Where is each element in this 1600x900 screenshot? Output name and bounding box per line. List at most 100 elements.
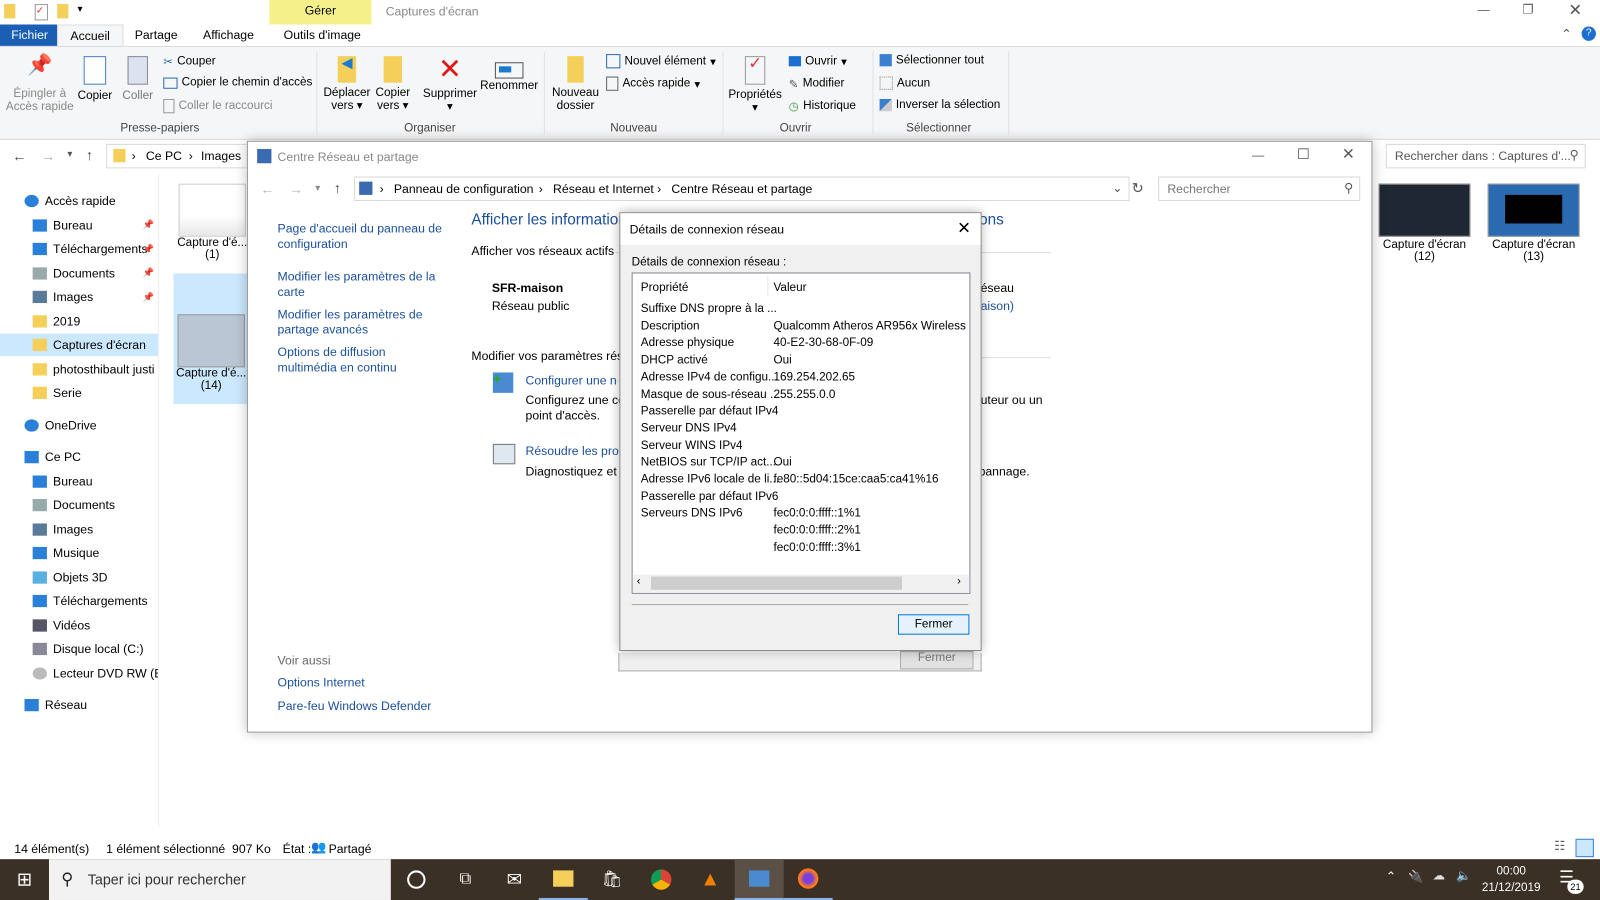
sidebar-item[interactable]: Bureau	[0, 470, 158, 492]
vlc-app[interactable]: ▲	[686, 859, 735, 900]
file-explorer-app[interactable]	[538, 859, 588, 900]
chrome-app[interactable]	[637, 859, 686, 900]
sidebar-item[interactable]: Téléchargements 📌	[0, 238, 158, 260]
column-header-value[interactable]: Valeur	[773, 282, 806, 294]
task-view-button[interactable]: ⧉	[441, 859, 490, 900]
link-advanced-sharing[interactable]: Modifier les paramètres de partage avanc…	[278, 307, 446, 338]
new-item-button[interactable]: Nouvel élément ▾	[606, 54, 716, 69]
sidebar-scrollbar[interactable]	[158, 173, 160, 827]
details-view-button[interactable]: ☷	[1554, 839, 1565, 853]
tab-outils-image[interactable]: Outils d'image	[271, 24, 373, 46]
pin-quick-access-button[interactable]: 📌 Épingler à Accès rapide	[4, 55, 75, 114]
property-cell[interactable]: Serveurs DNS IPv6	[641, 508, 743, 520]
value-cell[interactable]: Qualcomm Atheros AR956x Wireless Network…	[773, 320, 969, 332]
properties-button[interactable]: ✓ Propriétés ▾	[727, 56, 784, 115]
value-cell[interactable]: fe80::5d04:15ce:caa5:ca41%16	[773, 473, 938, 485]
collapse-ribbon-icon[interactable]: ⌃	[1561, 27, 1571, 41]
sidebar-item[interactable]: Téléchargements	[0, 590, 158, 612]
link-media-streaming[interactable]: Options de diffusion multimédia en conti…	[278, 345, 446, 376]
scroll-left-arrow[interactable]: ‹	[637, 576, 641, 588]
sidebar-item[interactable]: Disque local (C:)	[0, 638, 158, 660]
sidebar-item[interactable]: Vidéos	[0, 614, 158, 636]
link-adapter-settings[interactable]: Modifier les paramètres de la carte	[278, 269, 446, 300]
property-cell[interactable]: Serveur DNS IPv4	[641, 422, 737, 434]
folder-icon[interactable]	[4, 4, 16, 19]
forward-button[interactable]: →	[41, 148, 55, 164]
property-cell[interactable]: Suffixe DNS propre à la ...	[641, 303, 777, 315]
back-button[interactable]: ←	[12, 148, 26, 164]
easy-access-button[interactable]: Accès rapide ▾	[606, 76, 700, 91]
sidebar-item[interactable]: Serie	[0, 382, 158, 404]
nc-recent-dropdown[interactable]: ▾	[315, 183, 320, 194]
pin-icon[interactable]: 📌	[143, 267, 154, 278]
history-button[interactable]: ◷ Historique	[789, 99, 856, 113]
link-internet-options[interactable]: Options Internet	[278, 676, 365, 690]
sidebar-item[interactable]: Documents	[0, 494, 158, 516]
property-cell[interactable]: Masque de sous-réseau ...	[641, 388, 780, 400]
nc-close-button[interactable]: ✕	[1342, 145, 1355, 163]
value-cell[interactable]: 255.255.0.0	[773, 388, 835, 400]
property-cell[interactable]: Adresse physique	[641, 337, 734, 349]
sidebar-item[interactable]: Bureau 📌	[0, 214, 158, 236]
nc-forward-button[interactable]: →	[289, 181, 303, 197]
close-button[interactable]: ✕	[1568, 0, 1582, 20]
rename-button[interactable]: Renommer	[480, 56, 539, 93]
file-item[interactable]: Capture d'é... (1)	[176, 180, 249, 272]
breadcrumb-centre-reseau[interactable]: Centre Réseau et partage	[671, 182, 812, 196]
horizontal-scrollbar[interactable]: ‹ ›	[632, 574, 970, 592]
dialog-close-action-button[interactable]: Fermer	[897, 614, 970, 635]
select-all-button[interactable]: Sélectionner tout	[879, 54, 984, 67]
onedrive-icon[interactable]: ☁	[1433, 868, 1445, 882]
refresh-button[interactable]: ↻	[1132, 180, 1144, 197]
tab-accueil[interactable]: Accueil	[57, 24, 124, 48]
tab-affichage[interactable]: Affichage	[191, 24, 266, 46]
property-cell[interactable]: Adresse IPv4 de configu...	[641, 371, 778, 383]
value-cell[interactable]: fec0:0:0:ffff::3%1	[773, 542, 860, 554]
invert-selection-button[interactable]: Inverser la sélection	[879, 98, 1000, 112]
tab-fichier[interactable]: Fichier	[0, 24, 60, 47]
properties-icon[interactable]: ✓	[34, 4, 48, 21]
sidebar-item[interactable]: Accès rapide	[0, 190, 158, 212]
scrollbar-thumb[interactable]	[651, 576, 903, 590]
file-item[interactable]: Capture d'écran (12)	[1375, 180, 1473, 272]
connection-link-partial[interactable]: aison)	[981, 299, 1014, 313]
breadcrumb-panneau[interactable]: Panneau de configuration	[394, 182, 534, 196]
value-cell[interactable]: fec0:0:0:ffff::2%1	[773, 525, 860, 537]
address-bar[interactable]: › Ce PC › Images	[106, 143, 262, 169]
minimize-button[interactable]: —	[1478, 2, 1490, 16]
store-app[interactable]: 🛍	[588, 859, 637, 900]
tab-partage[interactable]: Partage	[122, 24, 189, 46]
value-cell[interactable]: Oui	[773, 354, 791, 366]
scroll-right-arrow[interactable]: ›	[957, 576, 961, 588]
copy-button[interactable]: Copier	[76, 56, 115, 103]
explorer-search-input[interactable]: Rechercher dans : Captures d'... ⚲	[1385, 143, 1586, 169]
nc-search-input[interactable]: Rechercher ⚲	[1158, 176, 1361, 202]
sidebar-item[interactable]: Images	[0, 518, 158, 540]
edit-button[interactable]: ✎ Modifier	[789, 77, 845, 91]
select-none-button[interactable]: Aucun	[879, 76, 930, 90]
customize-dropdown-icon[interactable]: ▾	[78, 4, 83, 15]
sidebar-item[interactable]: Réseau	[0, 694, 158, 716]
control-panel-app[interactable]	[734, 859, 784, 900]
copy-path-button[interactable]: Copier le chemin d'accès	[163, 77, 312, 89]
breadcrumb-reseau-internet[interactable]: Réseau et Internet	[553, 182, 654, 196]
nc-address-bar[interactable]: › Panneau de configuration › Réseau et I…	[354, 176, 1130, 202]
copy-to-button[interactable]: Copier vers ▾	[371, 56, 414, 113]
open-button[interactable]: Ouvrir ▾	[788, 54, 847, 68]
paste-shortcut-button[interactable]: Coller le raccourci	[163, 98, 272, 114]
new-folder-icon[interactable]	[57, 4, 69, 19]
breadcrumb-ce-pc[interactable]: Ce PC	[146, 149, 182, 163]
help-icon[interactable]: ?	[1581, 26, 1596, 41]
pin-icon[interactable]: 📌	[143, 243, 154, 254]
value-cell[interactable]: Oui	[773, 456, 791, 468]
delete-button[interactable]: ✕ Supprimer ▾	[420, 53, 479, 114]
mail-app[interactable]: ✉	[490, 859, 539, 900]
recent-dropdown[interactable]: ▾	[67, 149, 72, 160]
sidebar-item[interactable]: Musique	[0, 542, 158, 564]
start-button[interactable]: ⊞	[0, 859, 49, 900]
property-cell[interactable]: Passerelle par défaut IPv6	[641, 490, 779, 502]
sidebar-item[interactable]: photosthibault justi	[0, 358, 158, 380]
file-item[interactable]: Capture d'écran (13)	[1485, 180, 1583, 272]
link-troubleshoot[interactable]: Résoudre les problèmes	[526, 444, 622, 458]
value-cell[interactable]: 169.254.202.65	[773, 371, 855, 383]
